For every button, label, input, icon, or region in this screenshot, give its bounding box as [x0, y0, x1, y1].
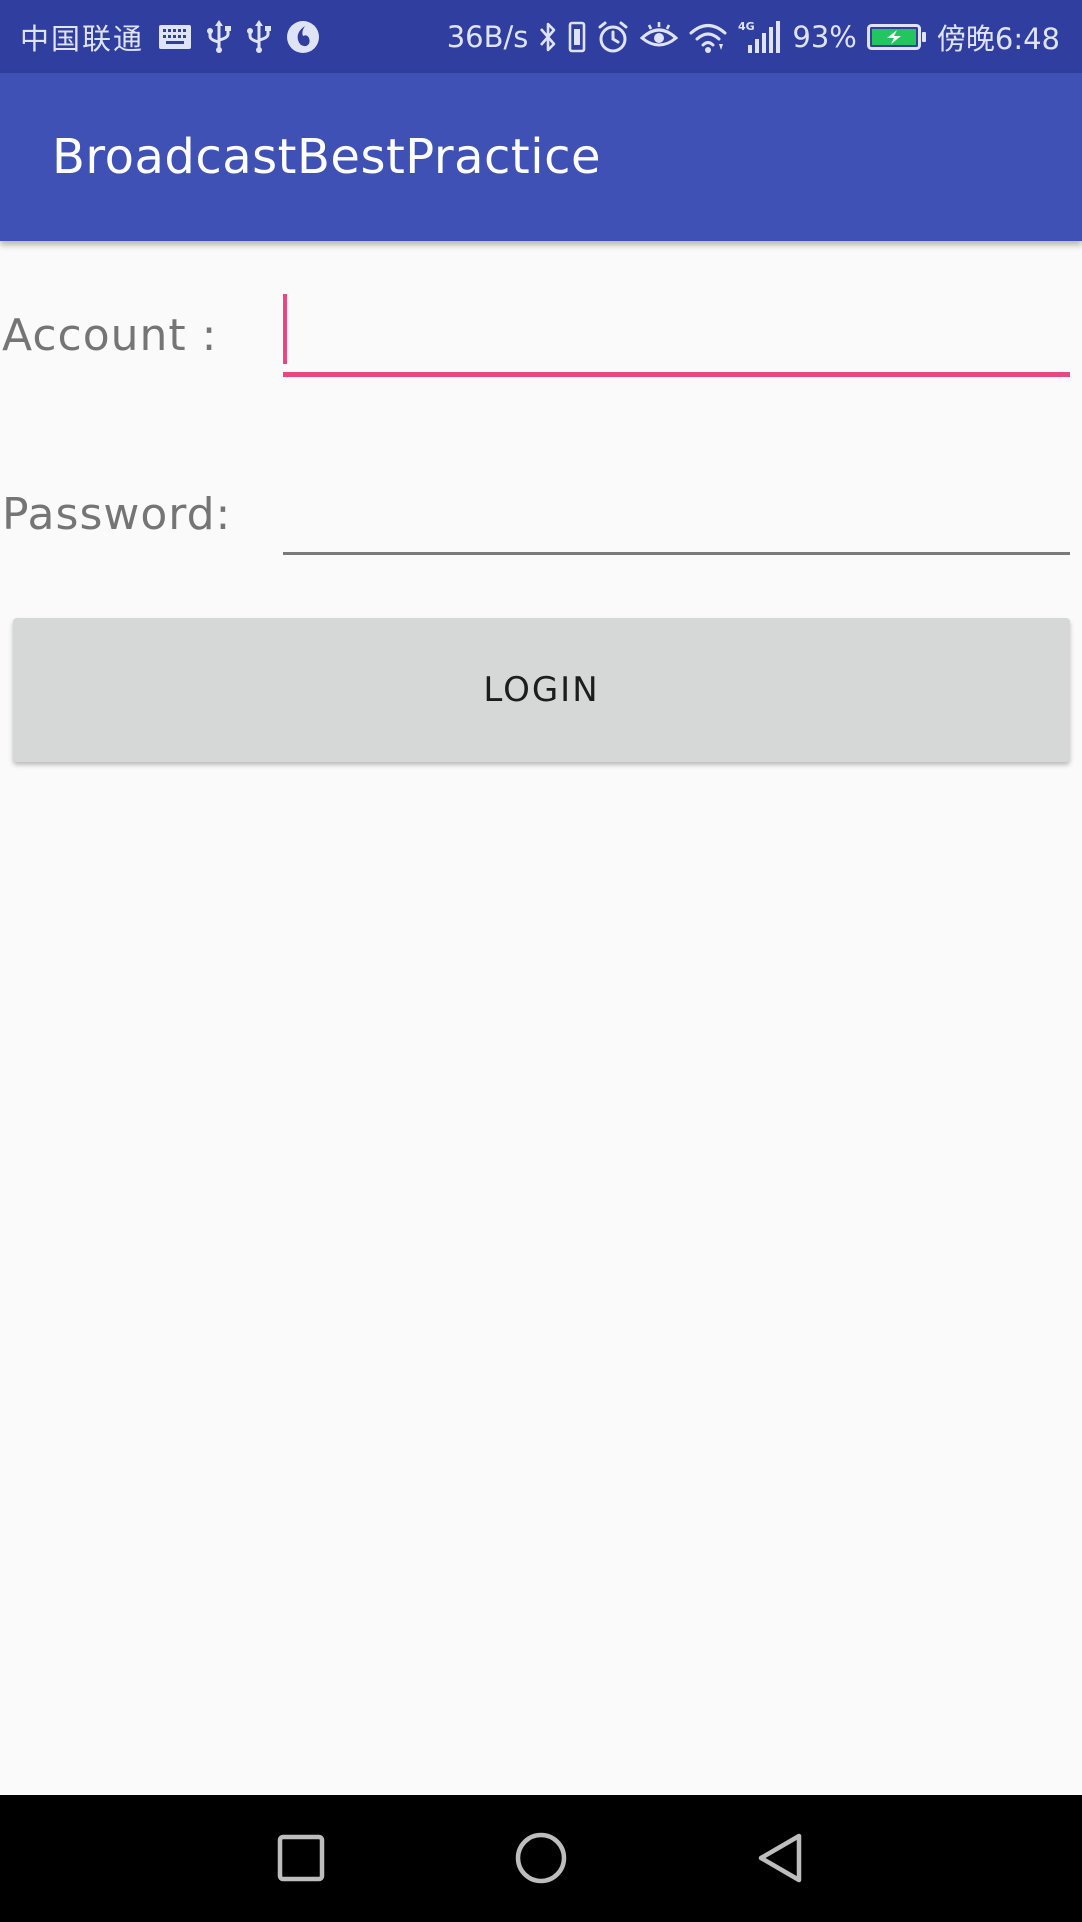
signal-icon: 4G: [738, 19, 782, 55]
alarm-icon: [596, 20, 630, 54]
carrier-name: 中国联通: [20, 21, 145, 56]
battery-percent: 93%: [792, 19, 857, 54]
eye-comfort-icon: [640, 20, 679, 54]
wifi-icon: [688, 20, 728, 54]
account-input[interactable]: [283, 296, 1070, 376]
usb-icon: [246, 19, 272, 54]
password-label: Password:: [2, 489, 232, 540]
login-button[interactable]: LOGIN: [13, 618, 1070, 762]
vibrate-icon: [568, 20, 586, 54]
account-label: Account :: [2, 310, 218, 361]
password-row: Password:: [0, 460, 1082, 570]
network-type-label: 4G: [738, 20, 755, 33]
text-cursor: [283, 294, 287, 364]
account-input-underline: [283, 372, 1070, 377]
password-input[interactable]: [283, 476, 1070, 556]
app-bar: BroadcastBestPractice: [0, 73, 1082, 241]
home-circle-icon: [515, 1832, 567, 1884]
password-input-underline: [283, 552, 1070, 555]
home-button[interactable]: [496, 1813, 586, 1903]
network-speed: 36B/s: [446, 19, 529, 54]
status-bar-right: 36B/s 4G 93% 傍晚6:48: [447, 0, 1060, 73]
back-button[interactable]: [735, 1813, 825, 1903]
account-row: Account :: [0, 280, 1082, 390]
recents-button[interactable]: [256, 1813, 346, 1903]
app-title: BroadcastBestPractice: [52, 129, 601, 185]
status-bar-left: 中国联通: [20, 0, 320, 73]
clock-time: 傍晚6:48: [936, 21, 1060, 56]
battery-charging-icon: [866, 22, 927, 52]
back-triangle-icon: [756, 1832, 804, 1884]
recents-square-icon: [277, 1834, 325, 1882]
usb-icon: [206, 19, 232, 54]
navigation-bar: [0, 1795, 1082, 1922]
bluetooth-icon: [538, 20, 558, 54]
keyboard-icon: [158, 24, 192, 50]
status-bar: 中国联通 36B/s 4G 93% 傍晚6:48: [0, 0, 1082, 73]
app-notification-icon: [286, 20, 320, 54]
